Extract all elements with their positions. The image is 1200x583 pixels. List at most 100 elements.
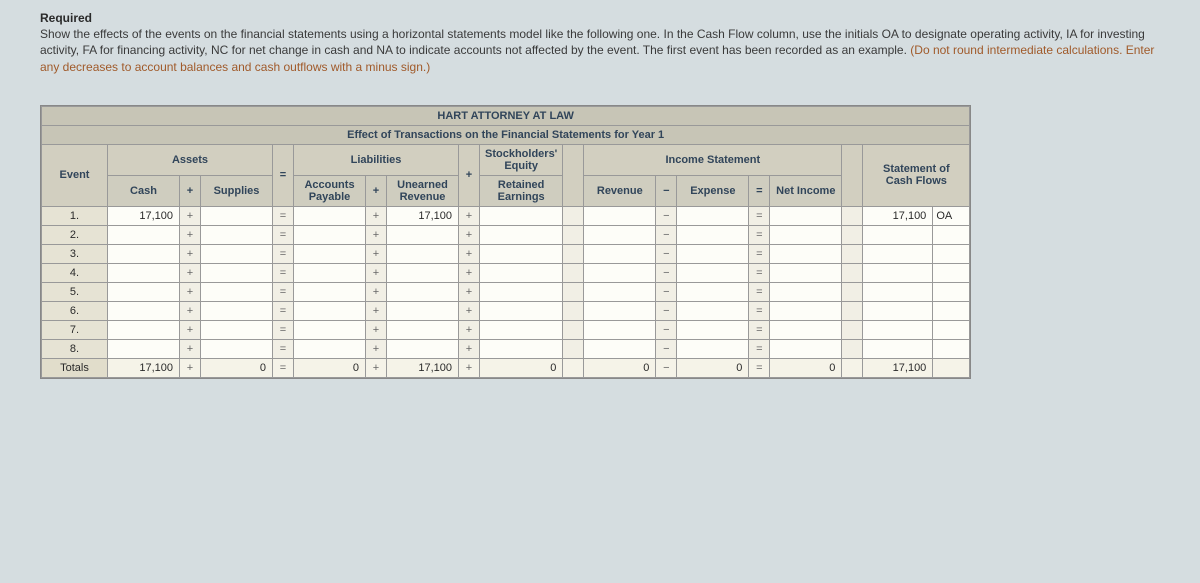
totals-row: Totals17,100+0=0+17,100+00−0=017,100 (42, 358, 970, 377)
revenue-cell[interactable] (584, 282, 656, 301)
supplies-cell[interactable] (201, 301, 273, 320)
col-ap: Accounts Payable (294, 175, 366, 206)
col-liabilities: Liabilities (294, 144, 459, 175)
cash-cell[interactable] (108, 263, 180, 282)
retained-earnings-cell[interactable] (480, 320, 563, 339)
revenue-cell[interactable] (584, 339, 656, 358)
supplies-cell[interactable] (201, 282, 273, 301)
expense-cell[interactable] (677, 282, 749, 301)
totals-supplies: 0 (201, 358, 273, 377)
event-number: 6. (42, 301, 108, 320)
unearned-revenue-cell[interactable] (387, 263, 459, 282)
accounts-payable-cell[interactable] (294, 263, 366, 282)
unearned-revenue-cell[interactable]: 17,100 (387, 206, 459, 225)
cash-flow-type-cell[interactable]: OA (933, 206, 970, 225)
unearned-revenue-cell[interactable] (387, 301, 459, 320)
cash-flow-cell[interactable] (863, 301, 933, 320)
supplies-cell[interactable] (201, 206, 273, 225)
cash-flow-cell[interactable] (863, 244, 933, 263)
totals-label: Totals (42, 358, 108, 377)
revenue-cell[interactable] (584, 206, 656, 225)
cash-cell[interactable]: 17,100 (108, 206, 180, 225)
cash-flow-cell[interactable] (863, 320, 933, 339)
col-event: Event (42, 144, 108, 206)
cash-cell[interactable] (108, 225, 180, 244)
net-income-cell[interactable] (770, 339, 842, 358)
revenue-cell[interactable] (584, 244, 656, 263)
retained-earnings-cell[interactable] (480, 263, 563, 282)
event-number: 8. (42, 339, 108, 358)
cash-flow-type-cell[interactable] (933, 282, 970, 301)
cash-flow-type-cell[interactable] (933, 263, 970, 282)
retained-earnings-cell[interactable] (480, 282, 563, 301)
cash-flow-type-cell[interactable] (933, 225, 970, 244)
cash-cell[interactable] (108, 244, 180, 263)
expense-cell[interactable] (677, 301, 749, 320)
table-subtitle: Effect of Transactions on the Financial … (42, 125, 970, 144)
accounts-payable-cell[interactable] (294, 320, 366, 339)
net-income-cell[interactable] (770, 244, 842, 263)
unearned-revenue-cell[interactable] (387, 339, 459, 358)
table-row: 1.17,100+=+17,100+−=17,100OA (42, 206, 970, 225)
accounts-payable-cell[interactable] (294, 225, 366, 244)
accounts-payable-cell[interactable] (294, 206, 366, 225)
cash-flow-cell[interactable] (863, 339, 933, 358)
col-stockholders: Stockholders' Equity (480, 144, 563, 175)
supplies-cell[interactable] (201, 263, 273, 282)
col-cashflows: Statement of Cash Flows (863, 144, 970, 206)
cash-flow-type-cell[interactable] (933, 339, 970, 358)
net-income-cell[interactable] (770, 301, 842, 320)
retained-earnings-cell[interactable] (480, 206, 563, 225)
col-exp: Expense (677, 175, 749, 206)
supplies-cell[interactable] (201, 225, 273, 244)
retained-earnings-cell[interactable] (480, 301, 563, 320)
expense-cell[interactable] (677, 320, 749, 339)
cash-cell[interactable] (108, 320, 180, 339)
net-income-cell[interactable] (770, 263, 842, 282)
revenue-cell[interactable] (584, 263, 656, 282)
accounts-payable-cell[interactable] (294, 244, 366, 263)
retained-earnings-cell[interactable] (480, 339, 563, 358)
net-income-cell[interactable] (770, 320, 842, 339)
cash-flow-cell[interactable]: 17,100 (863, 206, 933, 225)
totals-net-income: 0 (770, 358, 842, 377)
revenue-cell[interactable] (584, 301, 656, 320)
op-plus-lse: + (459, 144, 480, 206)
cash-flow-type-cell[interactable] (933, 301, 970, 320)
accounts-payable-cell[interactable] (294, 339, 366, 358)
totals-accounts-payable: 0 (294, 358, 366, 377)
net-income-cell[interactable] (770, 206, 842, 225)
expense-cell[interactable] (677, 263, 749, 282)
supplies-cell[interactable] (201, 244, 273, 263)
cash-flow-type-cell[interactable] (933, 320, 970, 339)
col-re: Retained Earnings (480, 175, 563, 206)
op-plus-apur: + (366, 175, 387, 206)
expense-cell[interactable] (677, 206, 749, 225)
cash-flow-cell[interactable] (863, 282, 933, 301)
unearned-revenue-cell[interactable] (387, 282, 459, 301)
expense-cell[interactable] (677, 225, 749, 244)
net-income-cell[interactable] (770, 282, 842, 301)
cash-cell[interactable] (108, 301, 180, 320)
unearned-revenue-cell[interactable] (387, 320, 459, 339)
cash-cell[interactable] (108, 339, 180, 358)
cash-cell[interactable] (108, 282, 180, 301)
retained-earnings-cell[interactable] (480, 244, 563, 263)
net-income-cell[interactable] (770, 225, 842, 244)
col-assets: Assets (108, 144, 273, 175)
revenue-cell[interactable] (584, 225, 656, 244)
cash-flow-type-cell[interactable] (933, 244, 970, 263)
cash-flow-cell[interactable] (863, 225, 933, 244)
revenue-cell[interactable] (584, 320, 656, 339)
supplies-cell[interactable] (201, 339, 273, 358)
accounts-payable-cell[interactable] (294, 301, 366, 320)
unearned-revenue-cell[interactable] (387, 244, 459, 263)
expense-cell[interactable] (677, 244, 749, 263)
accounts-payable-cell[interactable] (294, 282, 366, 301)
supplies-cell[interactable] (201, 320, 273, 339)
cash-flow-cell[interactable] (863, 263, 933, 282)
expense-cell[interactable] (677, 339, 749, 358)
retained-earnings-cell[interactable] (480, 225, 563, 244)
unearned-revenue-cell[interactable] (387, 225, 459, 244)
col-cash: Cash (108, 175, 180, 206)
